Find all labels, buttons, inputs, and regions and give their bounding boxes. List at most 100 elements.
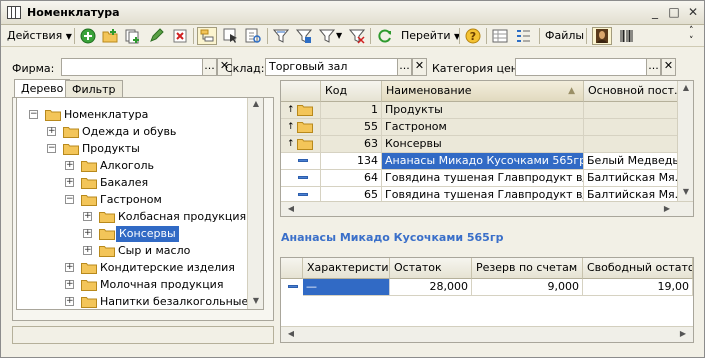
filter-icon[interactable] xyxy=(273,28,289,44)
code-cell[interactable]: 63 xyxy=(321,136,382,153)
expand-icon[interactable]: + xyxy=(65,297,74,306)
tree-node[interactable]: Бакалея xyxy=(100,175,148,191)
header-characteristic[interactable]: Характеристи... xyxy=(303,258,390,279)
characteristic-cell[interactable]: — xyxy=(303,279,390,296)
scroll-left-icon[interactable]: ◀ xyxy=(283,204,299,213)
scroll-left-icon[interactable]: ◀ xyxy=(283,329,299,338)
tree-node[interactable]: Напитки безалкогольные xyxy=(100,294,248,309)
items-hscrollbar[interactable]: ◀ ▶ xyxy=(281,201,693,216)
expand-icon[interactable]: + xyxy=(47,127,56,136)
collapse-icon[interactable]: − xyxy=(47,144,56,153)
tree-node[interactable]: Колбасная продукция xyxy=(118,209,246,225)
supplier-cell[interactable]: Балтийская Мя... xyxy=(584,170,679,187)
supplier-cell[interactable] xyxy=(584,136,679,153)
toolbar-more-icon[interactable]: ˄ ˅ xyxy=(689,26,694,46)
tree-node-root[interactable]: Номенклатура xyxy=(64,107,148,123)
name-cell[interactable]: Говядина тушеная Главпродукт в/с ... xyxy=(382,170,584,187)
expand-icon[interactable]: + xyxy=(83,246,92,255)
add-icon[interactable] xyxy=(80,28,96,44)
supplier-cell[interactable] xyxy=(584,119,679,136)
edit-icon[interactable] xyxy=(148,28,164,44)
scroll-right-icon[interactable]: ▶ xyxy=(675,329,691,338)
tree-node[interactable]: Продукты xyxy=(82,141,140,157)
reserve-cell[interactable]: 9,000 xyxy=(472,279,583,296)
header-reserve[interactable]: Резерв по счетам xyxy=(472,258,583,279)
barcode-icon[interactable] xyxy=(619,28,635,44)
expand-icon[interactable]: + xyxy=(65,263,74,272)
name-cell[interactable]: Гастроном xyxy=(382,119,584,136)
scroll-down-icon[interactable]: ▼ xyxy=(678,187,693,196)
tree-node[interactable]: Молочная продукция xyxy=(100,277,223,293)
header-balance[interactable]: Остаток xyxy=(390,258,472,279)
header-code[interactable]: Код xyxy=(321,81,382,102)
scroll-up-icon[interactable]: ▲ xyxy=(678,83,693,92)
refresh-icon[interactable] xyxy=(377,28,393,44)
filter-by-value-icon[interactable] xyxy=(296,28,312,44)
name-cell[interactable]: Ананасы Микадо Кусочками 565гр xyxy=(382,153,584,170)
files-button[interactable]: Файлы xyxy=(545,26,584,46)
tree-node[interactable]: Кондитерские изделия xyxy=(100,260,235,276)
free-cell[interactable]: 19,00 xyxy=(583,279,693,296)
actions-menu-button[interactable]: Действия ▼ xyxy=(7,26,72,46)
firm-select-button[interactable]: ... xyxy=(202,58,217,76)
tree-node[interactable]: Одежда и обувь xyxy=(82,124,176,140)
scroll-down-icon[interactable]: ▼ xyxy=(248,296,263,305)
collapse-icon[interactable]: − xyxy=(29,110,38,119)
header-name[interactable]: Наименование ▲ xyxy=(382,81,584,102)
tree-node[interactable]: Гастроном xyxy=(100,192,162,208)
supplier-cell[interactable] xyxy=(584,102,679,119)
minimize-icon[interactable]: _ xyxy=(647,5,663,20)
tree-settings-icon[interactable] xyxy=(515,28,531,44)
maximize-icon[interactable]: □ xyxy=(666,5,682,20)
tab-filter[interactable]: Фильтр xyxy=(65,80,123,98)
toolbar-separator xyxy=(74,28,75,44)
header-free[interactable]: Свободный остаток xyxy=(583,258,693,279)
help-icon[interactable]: ? xyxy=(465,28,481,44)
tree-node[interactable]: Алкоголь xyxy=(100,158,154,174)
select-icon[interactable] xyxy=(223,28,239,44)
expand-icon[interactable]: + xyxy=(65,280,74,289)
copy-icon[interactable] xyxy=(124,28,140,44)
clear-filter-icon[interactable] xyxy=(349,28,365,44)
header-supplier[interactable]: Основной пост... xyxy=(584,81,679,102)
warehouse-select-button[interactable]: ... xyxy=(397,58,412,76)
tree-scrollbar[interactable]: ▲ ▼ xyxy=(247,98,263,309)
name-cell[interactable]: Продукты xyxy=(382,102,584,119)
expand-icon[interactable]: + xyxy=(83,212,92,221)
filter-history-icon[interactable] xyxy=(319,28,335,44)
navigate-menu-button[interactable]: Перейти ▼ xyxy=(401,26,460,46)
folder-icon xyxy=(81,160,97,172)
price-category-select-button[interactable]: ... xyxy=(646,58,661,76)
price-category-field[interactable] xyxy=(515,58,647,76)
code-cell[interactable]: 64 xyxy=(321,170,382,187)
firm-field[interactable] xyxy=(61,58,203,76)
close-icon[interactable]: ✕ xyxy=(685,5,701,20)
price-category-clear-icon[interactable]: ✕ xyxy=(661,58,676,76)
balance-cell[interactable]: 28,000 xyxy=(390,279,472,296)
code-cell[interactable]: 1 xyxy=(321,102,382,119)
warehouse-clear-icon[interactable]: ✕ xyxy=(412,58,427,76)
code-cell[interactable]: 134 xyxy=(321,153,382,170)
expand-icon[interactable]: + xyxy=(65,178,74,187)
code-cell[interactable]: 55 xyxy=(321,119,382,136)
name-cell[interactable]: Консервы xyxy=(382,136,584,153)
warehouse-field[interactable]: Торговый зал xyxy=(265,58,398,76)
expand-icon[interactable]: + xyxy=(65,161,74,170)
delete-icon[interactable] xyxy=(172,28,188,44)
list-settings-icon[interactable] xyxy=(492,28,508,44)
add-group-icon[interactable] xyxy=(102,28,118,44)
expand-icon[interactable]: + xyxy=(83,229,92,238)
supplier-cell[interactable]: Белый Медведь xyxy=(584,153,679,170)
scroll-up-icon[interactable]: ▲ xyxy=(248,99,263,108)
scroll-right-icon[interactable]: ▶ xyxy=(659,204,675,213)
items-vscrollbar[interactable]: ▲ ▼ xyxy=(677,81,693,202)
tree-node[interactable]: Консервы xyxy=(116,226,179,242)
collapse-icon[interactable]: − xyxy=(65,195,74,204)
image-button[interactable] xyxy=(592,27,612,45)
tree-node[interactable]: Сыр и масло xyxy=(118,243,190,259)
hierarchy-toggle-button[interactable] xyxy=(197,27,217,45)
chevron-down-icon[interactable]: ▼ xyxy=(336,26,342,46)
tab-tree[interactable]: Дерево xyxy=(14,79,71,98)
stock-hscrollbar[interactable]: ◀ ▶ xyxy=(281,326,693,342)
refresh-list-icon[interactable] xyxy=(245,28,261,44)
